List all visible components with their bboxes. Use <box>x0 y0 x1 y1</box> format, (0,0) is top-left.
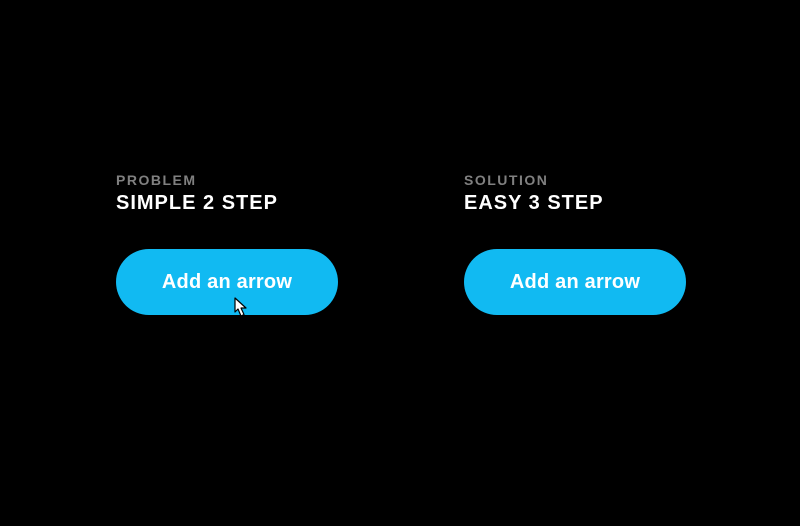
solution-eyebrow: SOLUTION <box>464 172 548 188</box>
add-arrow-button-problem[interactable]: Add an arrow <box>116 249 338 315</box>
problem-column: PROBLEM SIMPLE 2 STEP Add an arrow <box>116 172 338 315</box>
button-label: Add an arrow <box>510 271 640 294</box>
problem-heading: SIMPLE 2 STEP <box>116 192 278 215</box>
add-arrow-button-solution[interactable]: Add an arrow <box>464 249 686 315</box>
problem-eyebrow: PROBLEM <box>116 172 197 188</box>
solution-heading: EASY 3 STEP <box>464 192 604 215</box>
solution-column: SOLUTION EASY 3 STEP Add an arrow <box>464 172 686 315</box>
button-label: Add an arrow <box>162 271 292 294</box>
two-column-layout: PROBLEM SIMPLE 2 STEP Add an arrow SOLUT… <box>116 172 686 315</box>
